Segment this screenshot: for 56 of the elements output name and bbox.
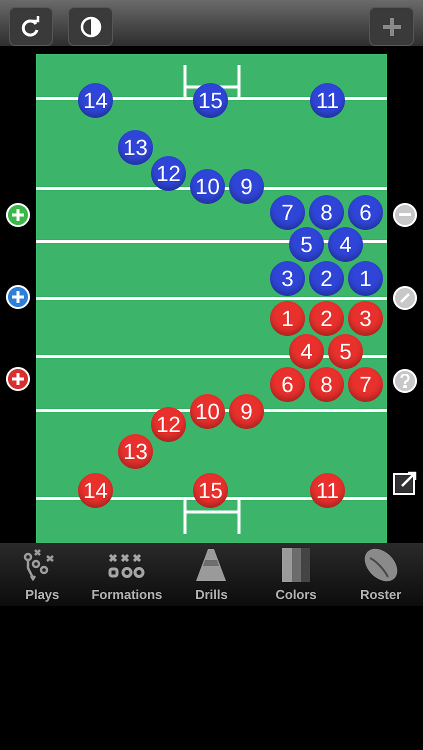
player-marker[interactable]: 8 [309,195,344,230]
player-marker[interactable]: 2 [309,301,344,336]
plus-icon [12,209,24,221]
tab-item[interactable]: Colors [254,543,338,606]
player-marker[interactable]: 7 [270,195,305,230]
player-marker[interactable]: 13 [118,434,153,469]
player-marker[interactable]: 3 [270,261,305,296]
player-marker[interactable]: 3 [348,301,383,336]
player-marker[interactable]: 1 [348,261,383,296]
color-swatch-icon [282,548,310,582]
add-button[interactable] [369,7,414,46]
tab-item[interactable]: Formations [84,543,170,606]
add-player-button[interactable] [6,285,30,309]
cone-icon [195,548,228,582]
player-marker[interactable]: 9 [229,394,264,429]
player-marker[interactable]: 12 [151,156,186,191]
minus-icon [399,213,411,217]
add-player-button[interactable] [6,367,30,391]
tab-item[interactable]: Roster [338,543,423,606]
plus-icon [12,373,24,385]
contrast-icon [80,16,102,38]
slash-icon [399,292,411,304]
player-marker[interactable]: 14 [78,83,113,118]
player-marker[interactable]: 4 [289,334,324,369]
export-icon[interactable] [392,470,418,496]
player-marker[interactable]: 15 [193,473,228,508]
plus-icon [12,291,24,303]
player-marker[interactable]: 6 [348,195,383,230]
player-marker[interactable]: 14 [78,473,113,508]
player-marker[interactable]: 12 [151,407,186,442]
player-marker[interactable]: 1 [270,301,305,336]
contrast-button[interactable] [68,7,113,46]
player-marker[interactable]: 11 [310,83,345,118]
player-marker[interactable]: 10 [190,394,225,429]
player-marker[interactable]: 8 [309,367,344,402]
player-marker[interactable]: 7 [348,367,383,402]
player-marker[interactable]: 6 [270,367,305,402]
player-marker[interactable]: 5 [289,227,324,262]
draw-button[interactable] [393,286,417,310]
player-marker[interactable]: 4 [328,227,363,262]
help-button[interactable] [393,369,417,393]
refresh-icon [21,16,41,38]
refresh-button[interactable] [9,7,53,46]
player-marker[interactable]: 5 [328,334,363,369]
help-icon [400,374,410,388]
add-player-button[interactable] [6,203,30,227]
player-marker[interactable]: 10 [190,169,225,204]
player-marker[interactable]: 2 [309,261,344,296]
player-marker[interactable]: 11 [310,473,345,508]
player-marker[interactable]: 13 [118,130,153,165]
player-marker[interactable]: 9 [229,169,264,204]
tab-item[interactable]: Plays [0,543,85,606]
remove-button[interactable] [393,203,417,227]
player-marker[interactable]: 15 [193,83,228,118]
tab-item[interactable]: Drills [169,543,254,606]
plus-icon [382,18,400,36]
